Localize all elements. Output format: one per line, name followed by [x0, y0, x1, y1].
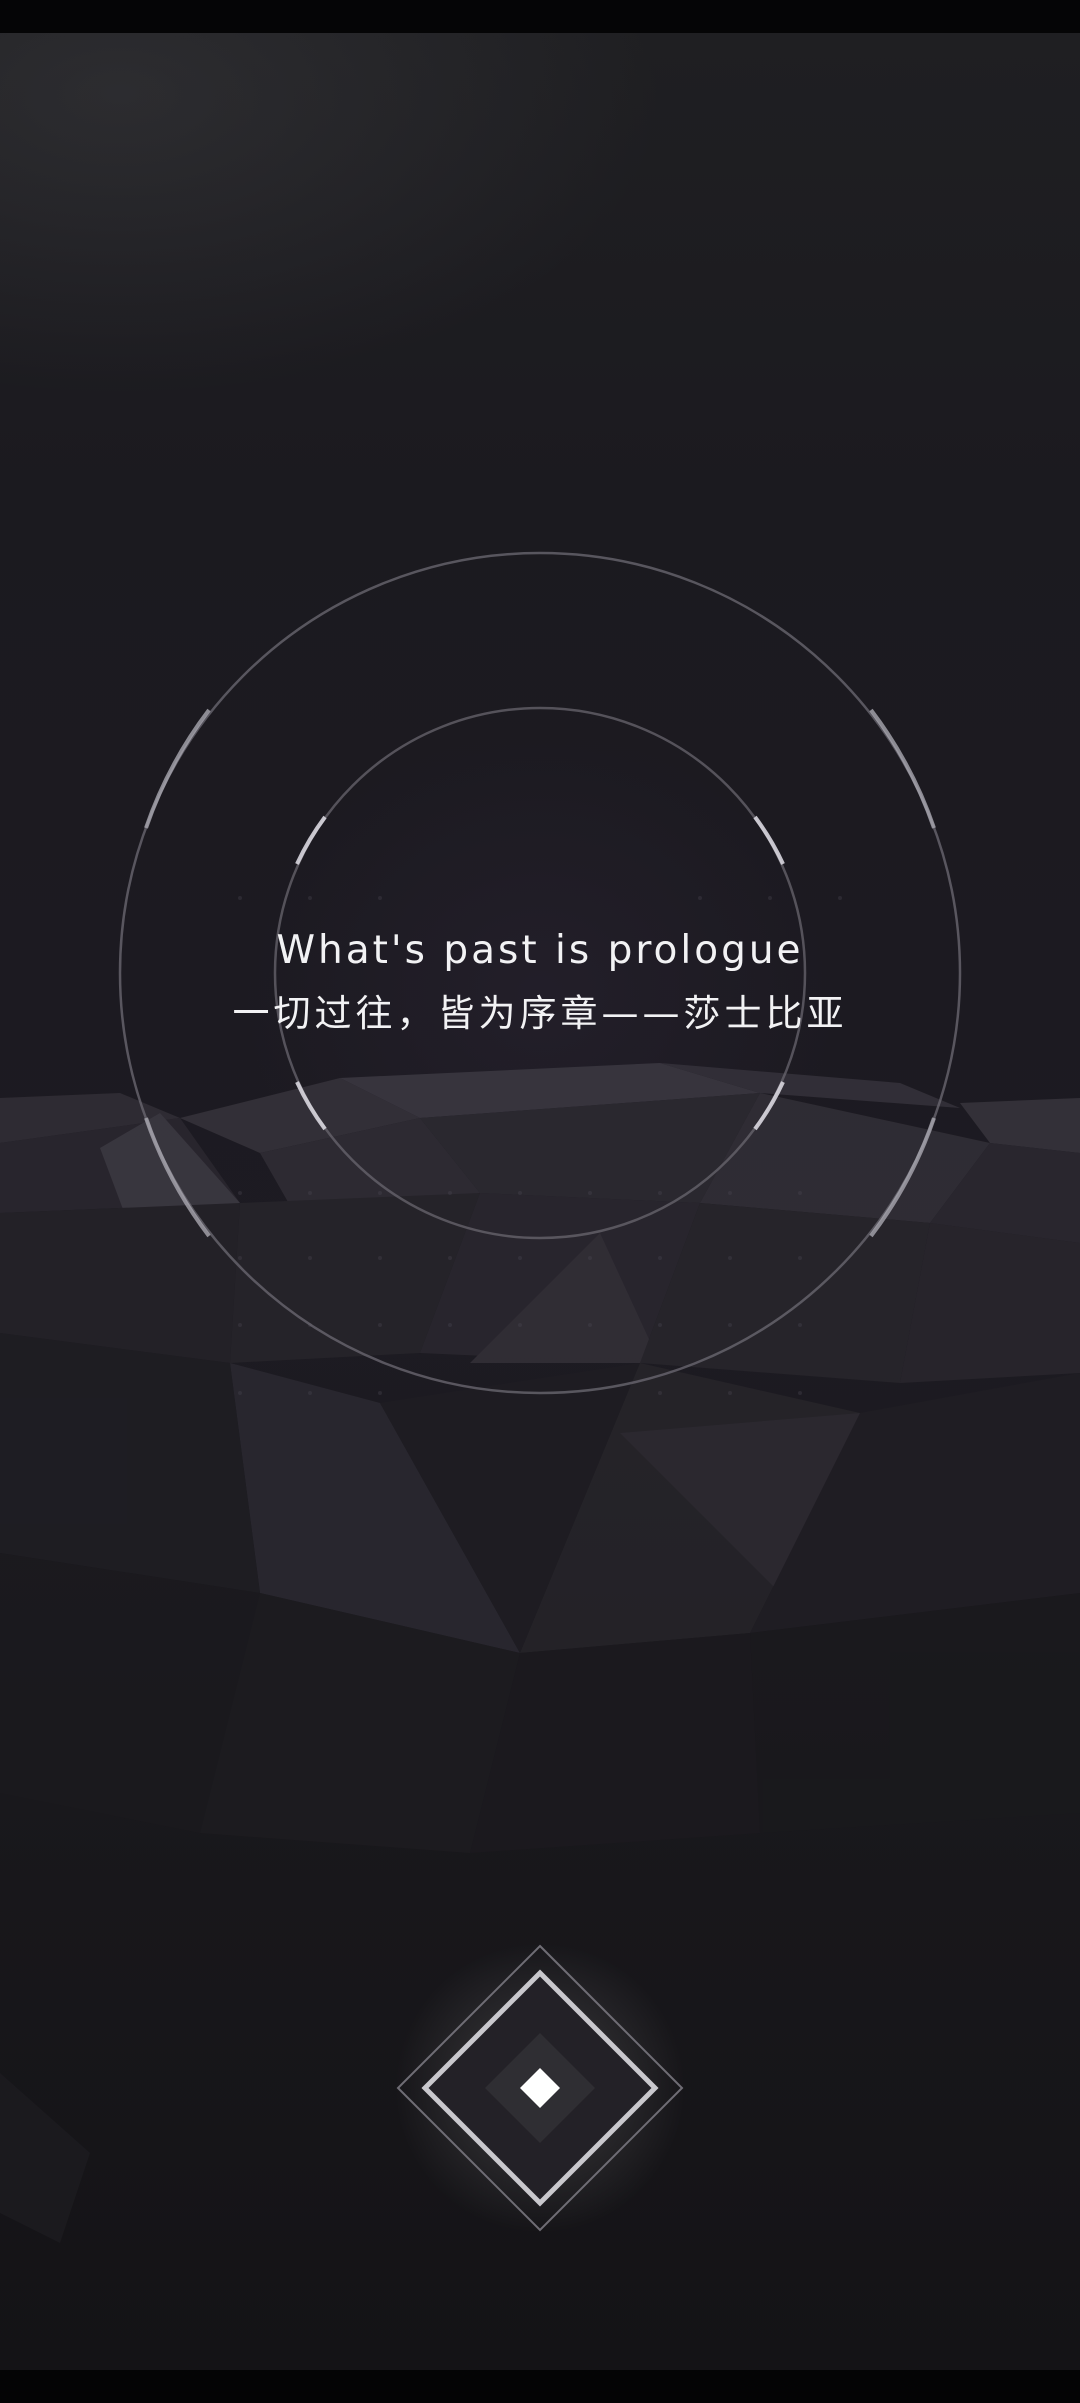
- quote-block: What's past is prologue 一切过往，皆为序章——莎士比亚: [0, 923, 1080, 1045]
- title-screen: What's past is prologue 一切过往，皆为序章——莎士比亚: [0, 33, 1080, 2370]
- quote-english: What's past is prologue: [276, 928, 804, 973]
- quote-chinese: 一切过往，皆为序章——莎士比亚: [232, 992, 848, 1035]
- status-bar: [0, 0, 1080, 33]
- navigation-bar: [0, 2370, 1080, 2403]
- diamond-icon: [395, 1943, 685, 2233]
- start-button[interactable]: [395, 1943, 685, 2233]
